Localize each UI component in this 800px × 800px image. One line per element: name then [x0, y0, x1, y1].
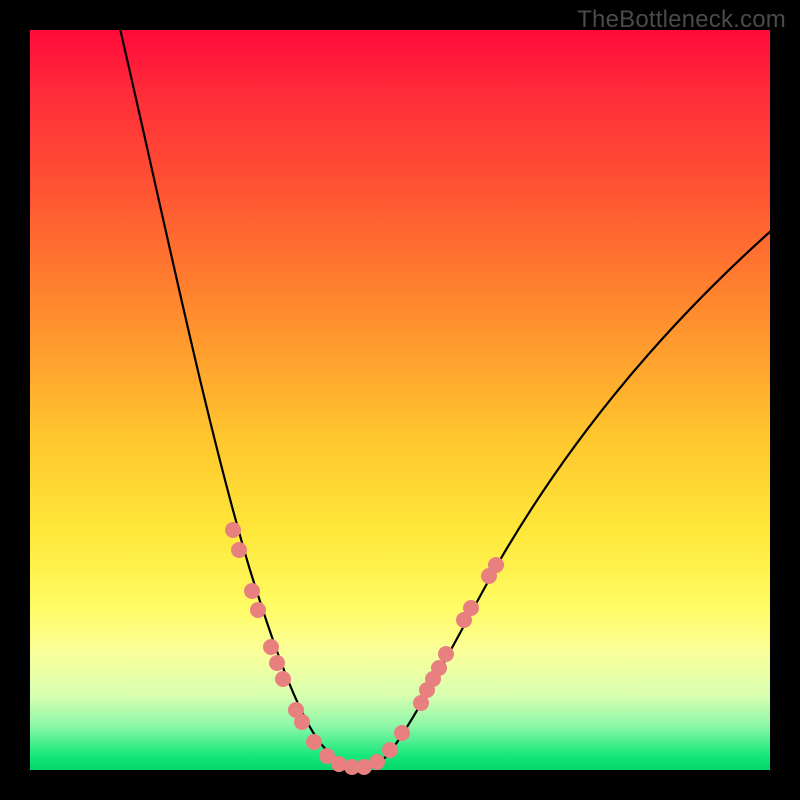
- curve-marker: [231, 542, 247, 558]
- curve-marker: [488, 557, 504, 573]
- curve-right-path: [354, 230, 772, 768]
- curve-marker: [382, 742, 398, 758]
- curve-marker: [263, 639, 279, 655]
- curve-marker: [438, 646, 454, 662]
- curve-marker: [225, 522, 241, 538]
- curve-marker: [463, 600, 479, 616]
- curve-marker: [369, 754, 385, 770]
- watermark-text: TheBottleneck.com: [577, 6, 786, 34]
- curve-marker: [294, 714, 310, 730]
- curve-marker: [394, 725, 410, 741]
- marker-group: [225, 522, 504, 775]
- curve-marker: [306, 734, 322, 750]
- curve-marker: [275, 671, 291, 687]
- curve-marker: [431, 660, 447, 676]
- plot-frame: [30, 30, 770, 770]
- curve-left-path: [118, 20, 354, 768]
- curve-marker: [244, 583, 260, 599]
- curve-marker: [250, 602, 266, 618]
- bottleneck-curve-svg: [30, 30, 770, 770]
- curve-marker: [269, 655, 285, 671]
